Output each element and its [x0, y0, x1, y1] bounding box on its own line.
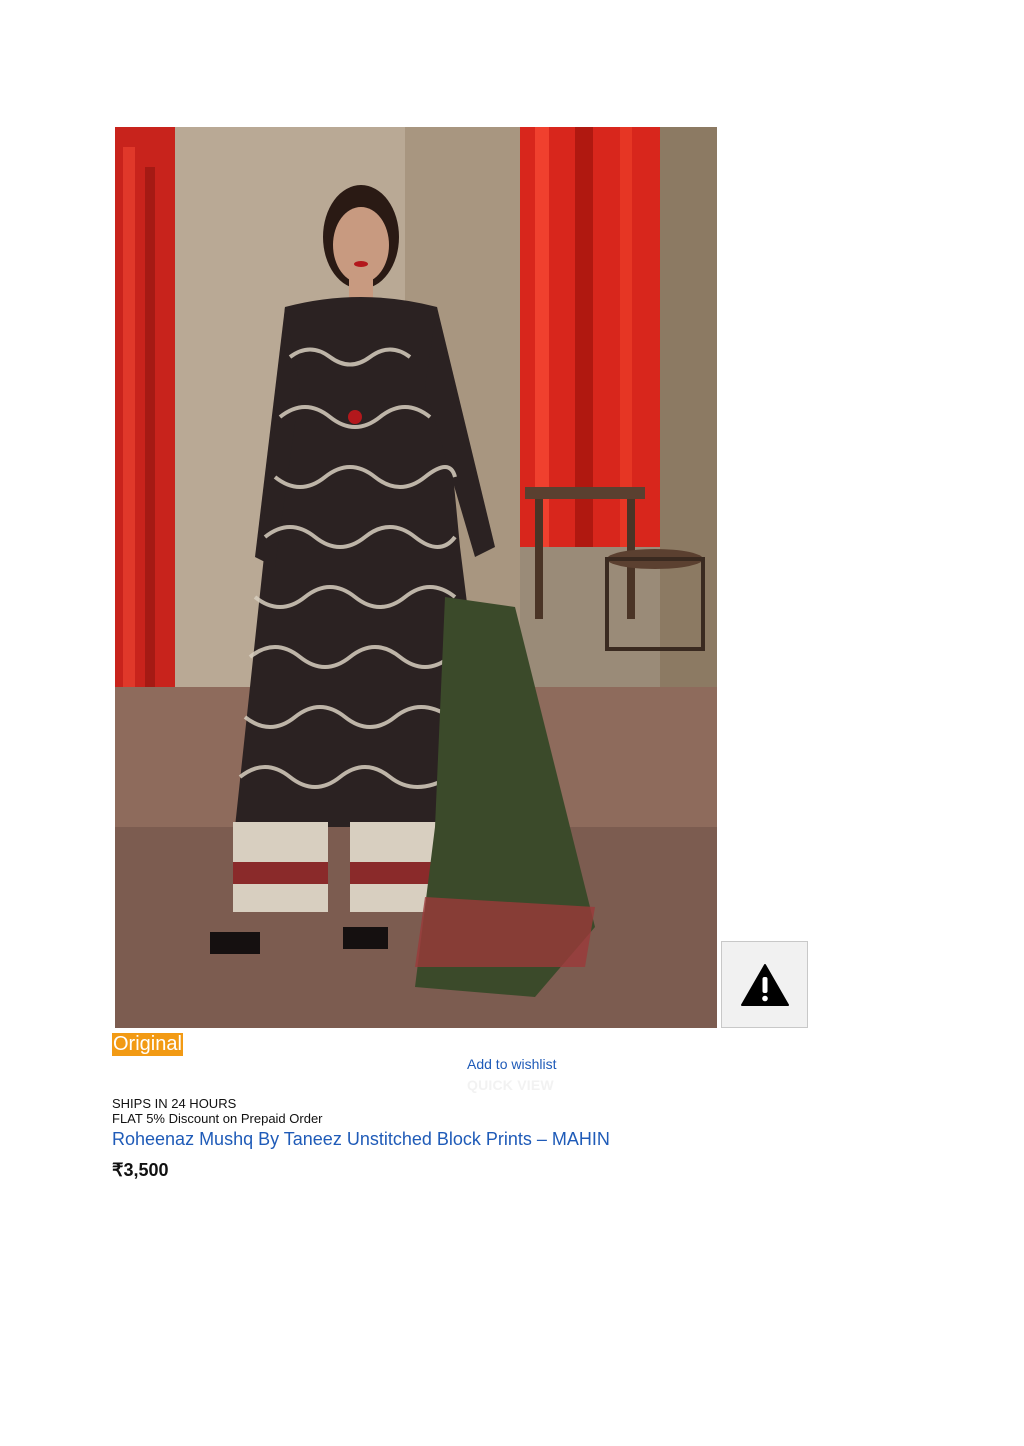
add-to-wishlist-link[interactable]: Add to wishlist	[467, 1056, 556, 1072]
warning-icon	[740, 963, 789, 1006]
product-title-link[interactable]: Roheenaz Mushq By Taneez Unstitched Bloc…	[112, 1129, 610, 1150]
original-badge: Original	[112, 1033, 183, 1056]
broken-image-placeholder	[721, 941, 808, 1028]
product-image[interactable]	[115, 127, 717, 1028]
shipping-note: SHIPS IN 24 HOURS	[112, 1096, 237, 1111]
product-photo-graphic	[115, 127, 717, 1028]
discount-note: FLAT 5% Discount on Prepaid Order	[112, 1111, 323, 1126]
product-price: ₹3,500	[112, 1160, 169, 1180]
quick-view-button[interactable]: QUICK VIEW	[467, 1077, 554, 1093]
